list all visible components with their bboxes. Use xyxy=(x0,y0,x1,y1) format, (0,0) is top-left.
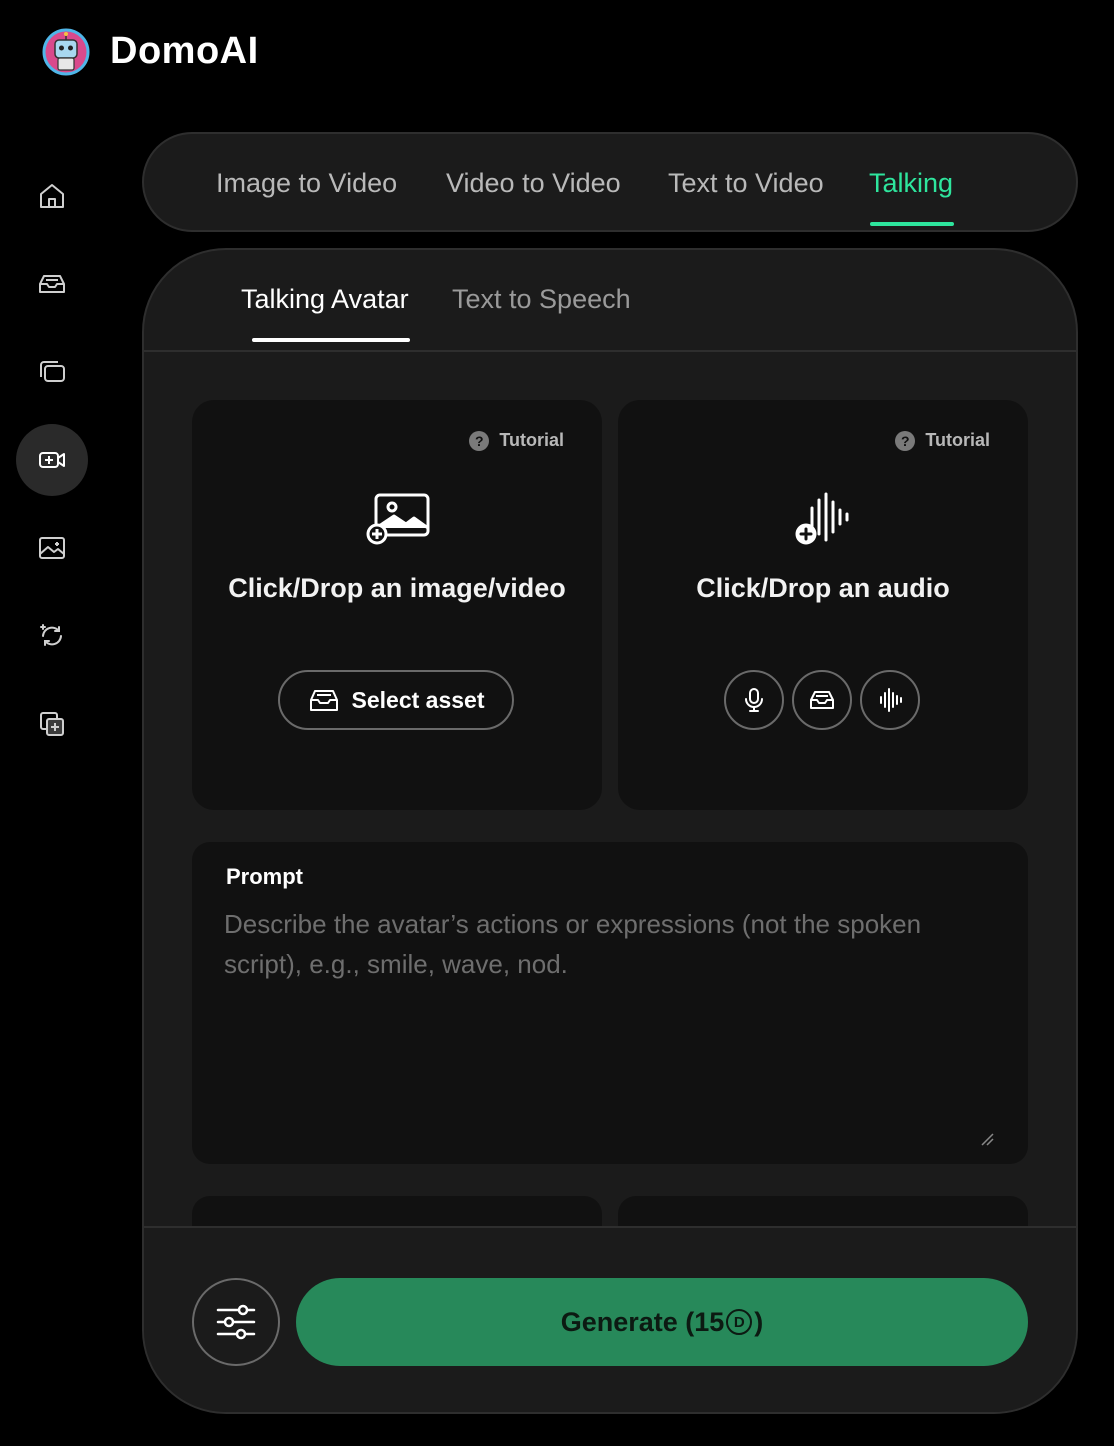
domoai-logo[interactable] xyxy=(42,28,90,76)
tab-talking-avatar[interactable]: Talking Avatar xyxy=(241,284,409,315)
sliders-icon xyxy=(216,1304,256,1340)
gallery-icon xyxy=(40,361,65,382)
tab-talking[interactable]: Talking xyxy=(869,168,953,199)
tutorial-link[interactable]: ? Tutorial xyxy=(469,430,564,451)
active-subtab-indicator xyxy=(252,338,410,342)
generate-button[interactable]: Generate ( 15 D ) xyxy=(296,1278,1028,1366)
sidebar-item-home[interactable] xyxy=(16,160,88,232)
image-upload-dropzone[interactable]: ? Tutorial Click/Drop an image/video Sel… xyxy=(192,400,602,810)
sidebar-item-assets[interactable] xyxy=(16,248,88,320)
video-create-icon xyxy=(39,452,65,468)
sidebar-item-image[interactable] xyxy=(16,512,88,584)
sidebar-item-gallery[interactable] xyxy=(16,336,88,408)
add-audio-icon xyxy=(795,492,849,545)
sidebar-item-add[interactable] xyxy=(16,688,88,760)
sidebar-item-video[interactable] xyxy=(16,424,88,496)
sidebar xyxy=(16,160,88,776)
tab-video-to-video[interactable]: Video to Video xyxy=(446,168,621,199)
tutorial-link[interactable]: ? Tutorial xyxy=(895,430,990,451)
active-tab-indicator xyxy=(870,222,954,226)
add-image-icon xyxy=(366,493,430,545)
settings-card xyxy=(192,1196,602,1226)
image-create-icon xyxy=(39,537,65,559)
assets-tray-icon xyxy=(39,275,65,293)
settings-card xyxy=(618,1196,1028,1226)
image-upload-text: Click/Drop an image/video xyxy=(228,573,566,603)
add-layers-icon xyxy=(40,712,64,736)
resize-handle-icon[interactable] xyxy=(980,1132,994,1146)
settings-button[interactable] xyxy=(192,1278,280,1366)
action-bar: Generate ( 15 D ) xyxy=(144,1226,1076,1412)
sub-tabs: Talking Avatar Text to Speech xyxy=(144,250,1076,352)
help-icon: ? xyxy=(469,430,490,451)
audio-asset-button[interactable] xyxy=(792,670,852,730)
main-panel: Talking Avatar Text to Speech ? Tutorial… xyxy=(142,248,1078,1414)
record-audio-button[interactable] xyxy=(724,670,784,730)
prompt-input[interactable] xyxy=(224,904,1004,1144)
mode-tabs: Image to Video Video to Video Text to Vi… xyxy=(142,132,1078,232)
refresh-sparkle-icon xyxy=(40,624,62,646)
tab-text-to-speech[interactable]: Text to Speech xyxy=(452,284,631,315)
select-asset-button[interactable]: Select asset xyxy=(278,670,514,730)
audio-upload-text: Click/Drop an audio xyxy=(696,573,950,603)
tab-text-to-video[interactable]: Text to Video xyxy=(668,168,824,199)
brand-name: DomoAI xyxy=(110,30,259,72)
text-to-speech-button[interactable] xyxy=(860,670,920,730)
top-bar: DomoAI xyxy=(0,0,1114,104)
assets-tray-icon xyxy=(309,690,338,711)
microphone-icon xyxy=(745,688,763,712)
assets-tray-icon xyxy=(810,691,834,709)
sidebar-item-restyle[interactable] xyxy=(16,600,88,672)
audio-source-buttons xyxy=(724,670,928,730)
help-icon: ? xyxy=(895,430,916,451)
credit-coin-icon: D xyxy=(726,1309,753,1335)
home-icon xyxy=(40,184,64,208)
prompt-box: Prompt xyxy=(192,842,1028,1164)
waveform-icon xyxy=(880,688,902,712)
content-area: ? Tutorial Click/Drop an image/video Sel… xyxy=(144,352,1076,1226)
audio-upload-dropzone[interactable]: ? Tutorial Click/Drop an audio xyxy=(618,400,1028,810)
tab-image-to-video[interactable]: Image to Video xyxy=(216,168,397,199)
prompt-label: Prompt xyxy=(226,864,303,889)
